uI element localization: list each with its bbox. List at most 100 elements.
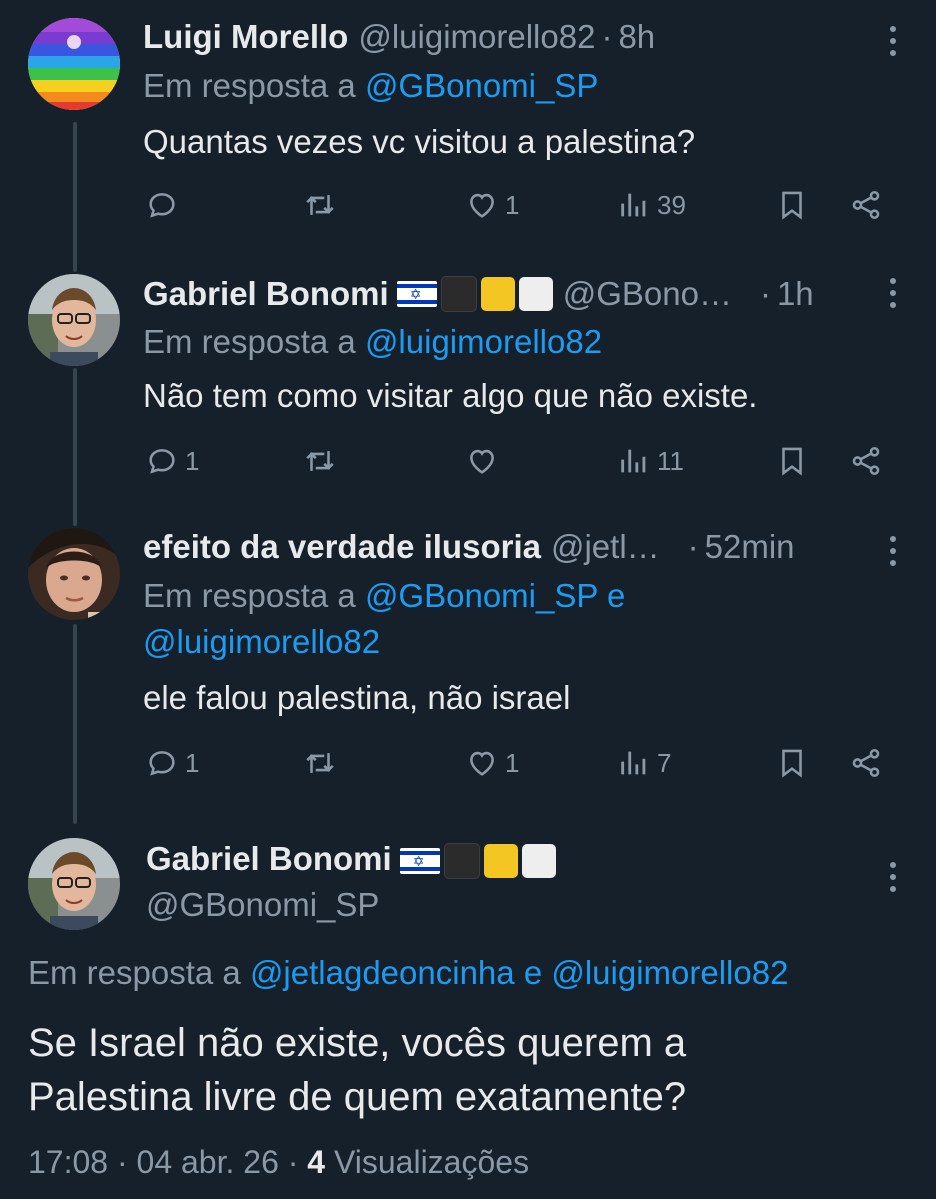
reply-prefix: Em resposta a [143,323,356,360]
avatar[interactable] [28,274,120,366]
reply-button[interactable]: 1 [145,444,199,478]
name-emojis: ✡ [396,276,553,312]
tweet[interactable]: Gabriel Bonomi ✡ @GBono… · 1h Em respost… [0,250,936,510]
retweet-button[interactable] [303,188,337,222]
reply-mention[interactable]: @luigimorello82 [143,623,380,660]
reply-icon [149,193,175,218]
reply-context: Em resposta a @GBonomi_SP e [143,572,625,620]
author-name-row: Gabriel Bonomi ✡ [146,840,556,879]
author-name[interactable]: efeito da verdade ilusoria [143,528,541,566]
focused-tweet: Gabriel Bonomi ✡ @GBonomi_SP Em resposta… [0,810,936,1199]
like-count: 1 [505,189,520,220]
author-handle[interactable]: @jetl… [551,528,660,566]
reply-context: Em resposta a @GBonomi_SP [143,62,598,110]
reply-icon [149,449,175,474]
yellow-square-icon [480,277,515,311]
tweet-time[interactable]: 1h [777,275,814,313]
like-button[interactable]: 1 [465,746,519,780]
reply-button[interactable] [145,188,185,222]
avatar[interactable] [28,838,120,930]
share-button[interactable] [849,188,883,222]
tweet-time[interactable]: 52min [705,528,795,566]
bookmark-button[interactable] [775,746,809,780]
action-bar: 1 1 7 [143,746,903,786]
share-icon [852,190,880,220]
tweet-text-line: Palestina livre de quem exatamente? [28,1075,687,1119]
tweet-time[interactable]: 8h [618,18,655,56]
author-handle[interactable]: @luigimorello82 [358,18,595,56]
retweet-button[interactable] [303,444,337,478]
tweet-header: efeito da verdade ilusoria @jetl… · 52mi… [143,528,795,566]
more-icon[interactable] [890,26,898,62]
black-square-icon [443,843,480,879]
bookmark-button[interactable] [775,188,809,222]
name-emojis: ✡ [399,843,556,879]
black-square-icon [440,276,477,312]
share-button[interactable] [849,746,883,780]
bookmark-icon [782,191,802,220]
israel-flag-icon: ✡ [396,281,437,307]
retweet-icon [306,451,334,471]
views-icon [621,193,646,217]
like-icon [470,449,494,474]
author-name[interactable]: Gabriel Bonomi [143,275,389,313]
retweet-button[interactable] [303,746,337,780]
tweet-date[interactable]: 04 abr. 26 [137,1144,279,1180]
views-button[interactable]: 11 [617,444,684,478]
reply-mention[interactable]: @GBonomi_SP [365,67,598,104]
views-count: 39 [657,189,686,220]
reply-mention[interactable]: @luigimorello82 [551,954,788,991]
israel-flag-icon: ✡ [399,848,440,874]
tweet-time[interactable]: 17:08 [28,1144,108,1180]
reply-context: Em resposta a @jetlagdeoncinha e @luigim… [28,954,788,992]
like-button[interactable]: 1 [465,188,519,222]
separator-dot: · [287,1144,308,1180]
separator-dot: · [687,528,699,565]
bookmark-icon [782,749,802,778]
tweet-header: Luigi Morello @luigimorello82 · 8h [143,18,655,56]
like-button[interactable] [465,444,505,478]
reply-prefix: Em resposta a [28,954,241,991]
reply-prefix: Em resposta a [143,67,356,104]
reply-icon [149,751,175,776]
author-handle[interactable]: @GBono… [563,275,732,313]
share-icon [852,446,880,476]
views-icon [621,751,646,775]
views-count: 7 [657,747,672,778]
views-button[interactable]: 39 [617,188,686,222]
tweet-meta: 17:08 · 04 abr. 26 · 4 Visualizações [28,1144,529,1181]
author-name[interactable]: Luigi Morello [143,18,348,56]
retweet-icon [306,195,334,215]
more-icon[interactable] [890,862,898,898]
reply-prefix: Em resposta a [143,577,356,614]
reply-count: 1 [185,747,200,778]
more-icon[interactable] [890,278,898,314]
reply-mention[interactable]: @jetlagdeoncinha [250,954,515,991]
reply-context: Em resposta a @luigimorello82 [143,318,602,366]
separator-dot: · [601,18,613,55]
action-bar: 1 39 [143,188,903,228]
like-icon [470,193,494,218]
views-button[interactable]: 7 [617,746,671,780]
yellow-square-icon [483,844,518,878]
like-count: 1 [505,747,520,778]
avatar[interactable] [28,18,120,110]
avatar[interactable] [28,528,120,620]
author-name[interactable]: Gabriel Bonomi [146,840,392,878]
more-icon[interactable] [890,536,898,572]
views-count: 11 [657,445,684,476]
like-icon [470,751,494,776]
tweet[interactable]: Luigi Morello @luigimorello82 · 8h Em re… [0,0,936,250]
white-square-icon [518,277,553,311]
bookmark-icon [782,447,802,476]
tweet[interactable]: efeito da verdade ilusoria @jetl… · 52mi… [0,510,936,810]
separator-dot: · [116,1144,137,1180]
reply-button[interactable]: 1 [145,746,199,780]
reply-mention[interactable]: @luigimorello82 [365,323,602,360]
tweet-text: ele falou palestina, não israel [143,679,571,716]
author-handle[interactable]: @GBonomi_SP [146,886,379,924]
share-button[interactable] [849,444,883,478]
reply-context-continued: @luigimorello82 [143,618,380,666]
bookmark-button[interactable] [775,444,809,478]
reply-mention[interactable]: @GBonomi_SP [365,577,598,614]
